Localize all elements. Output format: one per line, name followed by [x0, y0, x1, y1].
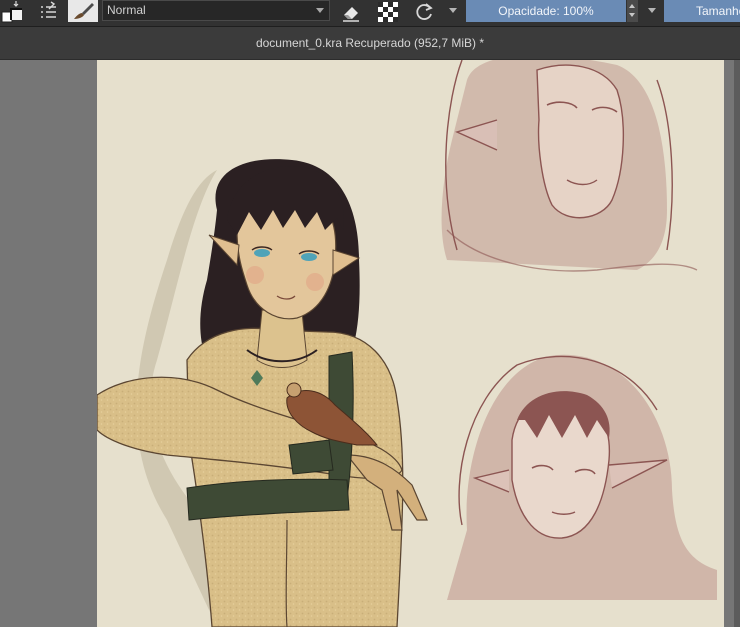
size-label: Tamanho — [696, 4, 740, 18]
size-menu-chevron-icon[interactable] — [645, 0, 659, 22]
preset-menu-chevron-icon[interactable] — [446, 0, 460, 22]
opacity-spinner[interactable] — [627, 0, 638, 22]
alpha-lock-icon[interactable] — [375, 0, 401, 24]
size-slider[interactable]: Tamanho — [664, 0, 740, 22]
opacity-label: Opacidade: 100% — [498, 4, 594, 18]
document-title-bar: document_0.kra Recuperado (952,7 MiB) * — [0, 27, 740, 60]
blend-mode-value: Normal — [107, 3, 146, 17]
chevron-down-icon — [316, 8, 324, 13]
tool-options-bar: Normal Opacidade: 100% Tamanh — [0, 0, 740, 27]
brush-editor-icon[interactable] — [68, 0, 98, 22]
canvas-scrollbar-vertical[interactable] — [734, 60, 740, 627]
canvas-artwork[interactable] — [97, 60, 724, 627]
blend-mode-select[interactable]: Normal — [102, 0, 330, 21]
brush-presets-icon[interactable] — [36, 0, 60, 24]
color-swatch-icon[interactable] — [0, 0, 28, 24]
document-title: document_0.kra Recuperado (952,7 MiB) * — [255, 36, 485, 50]
chevron-down-icon[interactable] — [629, 13, 635, 17]
reload-preset-icon[interactable] — [410, 0, 438, 24]
opacity-slider[interactable]: Opacidade: 100% — [466, 0, 626, 22]
eraser-icon[interactable] — [338, 0, 364, 24]
chevron-up-icon[interactable] — [629, 4, 635, 8]
